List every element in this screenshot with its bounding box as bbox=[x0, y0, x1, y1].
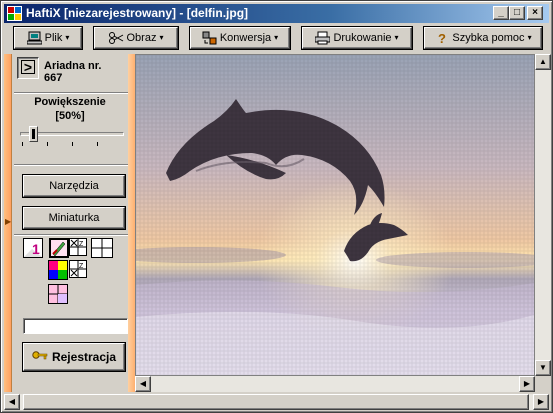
chevron-down-icon: ▾ bbox=[527, 33, 532, 42]
grid-tool[interactable]: Z bbox=[69, 238, 87, 256]
svg-text:?: ? bbox=[438, 31, 446, 45]
app-window: HaftiX [niezarejestrowany] - [delfin.jpg… bbox=[0, 0, 553, 413]
menu-szybka-pomoc-button[interactable]: ? Szybka pomoc ▾ bbox=[424, 27, 542, 49]
convert-icon bbox=[202, 31, 217, 45]
scroll-corner bbox=[535, 376, 551, 392]
minimize-button[interactable]: _ bbox=[493, 6, 509, 20]
divider bbox=[14, 234, 130, 236]
help-icon: ? bbox=[438, 31, 446, 45]
panel-toggle-bar[interactable]: ▶ bbox=[4, 54, 12, 392]
chevron-down-icon: ▾ bbox=[274, 33, 279, 42]
main-toolbar: Plik ▾ Obraz ▾ Konwersja ▾ Drukowanie ▾ … bbox=[4, 24, 549, 53]
zoom-slider-thumb[interactable] bbox=[29, 126, 38, 142]
crosshair-tool[interactable] bbox=[91, 238, 113, 258]
pencil-icon bbox=[51, 240, 67, 257]
crosshair-icon bbox=[92, 239, 112, 257]
left-panel: > Ariadna nr. 667 Powiększenie [50%] Nar… bbox=[12, 54, 135, 392]
zoom-title: Powiększenie bbox=[34, 96, 106, 108]
expand-arrow-icon: ▶ bbox=[5, 217, 12, 226]
divider bbox=[14, 164, 130, 166]
panel-horizontal-scrollbar[interactable]: ◀ ▶ bbox=[4, 394, 549, 410]
title-bar[interactable]: HaftiX [niezarejestrowany] - [delfin.jpg… bbox=[4, 4, 549, 23]
close-button[interactable]: × bbox=[527, 6, 543, 20]
next-pattern-button[interactable]: > bbox=[17, 57, 39, 79]
symbol-grid-tool[interactable]: Z bbox=[69, 260, 87, 278]
registration-button[interactable]: Rejestracja bbox=[23, 343, 125, 371]
grid-icon: Z bbox=[70, 239, 86, 255]
scroll-down-button[interactable]: ▼ bbox=[535, 360, 551, 376]
panel-accent-stripe bbox=[128, 54, 135, 392]
menu-konwersja-button[interactable]: Konwersja ▾ bbox=[190, 27, 290, 49]
layer-1-icon: 1 bbox=[24, 239, 42, 257]
thumbnail-button[interactable]: Miniaturka bbox=[23, 207, 125, 229]
divider bbox=[14, 92, 130, 94]
menu-drukowanie-button[interactable]: Drukowanie ▾ bbox=[302, 27, 412, 49]
scroll-thumb[interactable] bbox=[23, 394, 529, 410]
dolphin-image bbox=[136, 55, 534, 375]
zoom-slider-ticks bbox=[22, 142, 122, 146]
window-title: HaftiX [niezarejestrowany] - [delfin.jpg… bbox=[26, 6, 249, 20]
menu-obraz-label: Obraz bbox=[126, 32, 157, 44]
pink-grid-tool[interactable] bbox=[48, 284, 68, 304]
computer-icon bbox=[26, 31, 42, 45]
image-canvas[interactable] bbox=[135, 54, 535, 376]
layer-1-tool[interactable]: 1 bbox=[23, 238, 43, 258]
ariadna-number: 667 bbox=[44, 72, 63, 84]
menu-plik-button[interactable]: Plik ▾ bbox=[14, 27, 82, 49]
scroll-left-button[interactable]: ◀ bbox=[4, 394, 20, 410]
chevron-down-icon: ▾ bbox=[65, 33, 70, 42]
chevron-down-icon: ▾ bbox=[394, 33, 399, 42]
scroll-up-button[interactable]: ▲ bbox=[535, 54, 551, 70]
scroll-right-button[interactable]: ▶ bbox=[533, 394, 549, 410]
symbol-grid-icon: Z bbox=[70, 261, 86, 277]
svg-text:1: 1 bbox=[32, 241, 40, 257]
scroll-left-button[interactable]: ◀ bbox=[135, 376, 151, 392]
zoom-value: [50%] bbox=[55, 110, 85, 122]
app-icon bbox=[7, 6, 22, 21]
menu-obraz-button[interactable]: Obraz ▾ bbox=[94, 27, 178, 49]
horizontal-scrollbar[interactable]: ◀ ▶ bbox=[135, 376, 535, 392]
scissors-icon bbox=[108, 32, 123, 44]
next-glyph: > bbox=[21, 60, 35, 74]
maximize-button[interactable]: □ bbox=[509, 6, 525, 20]
pink-grid-icon bbox=[49, 285, 67, 303]
menu-konwersja-label: Konwersja bbox=[219, 32, 272, 44]
tools-button[interactable]: Narzędzia bbox=[23, 175, 125, 197]
color-grid-tool[interactable] bbox=[48, 260, 68, 280]
key-icon bbox=[32, 351, 48, 360]
vertical-scrollbar[interactable]: ▲ ▼ bbox=[535, 54, 551, 376]
pencil-tool[interactable] bbox=[49, 238, 69, 258]
printer-icon bbox=[315, 31, 331, 45]
menu-plik-label: Plik bbox=[44, 32, 63, 44]
svg-text:Z: Z bbox=[79, 263, 84, 270]
registration-code-input[interactable] bbox=[23, 318, 128, 334]
scroll-right-button[interactable]: ▶ bbox=[519, 376, 535, 392]
svg-text:Z: Z bbox=[79, 241, 84, 248]
chevron-down-icon: ▾ bbox=[159, 33, 164, 42]
ariadna-label: Ariadna nr. bbox=[44, 60, 102, 72]
menu-szybka-pomoc-label: Szybka pomoc bbox=[452, 32, 525, 44]
color-grid-icon bbox=[49, 261, 67, 279]
ariadna-info: Ariadna nr. 667 bbox=[44, 60, 101, 84]
registration-label: Rejestracja bbox=[51, 350, 117, 364]
menu-drukowanie-label: Drukowanie bbox=[333, 32, 392, 44]
